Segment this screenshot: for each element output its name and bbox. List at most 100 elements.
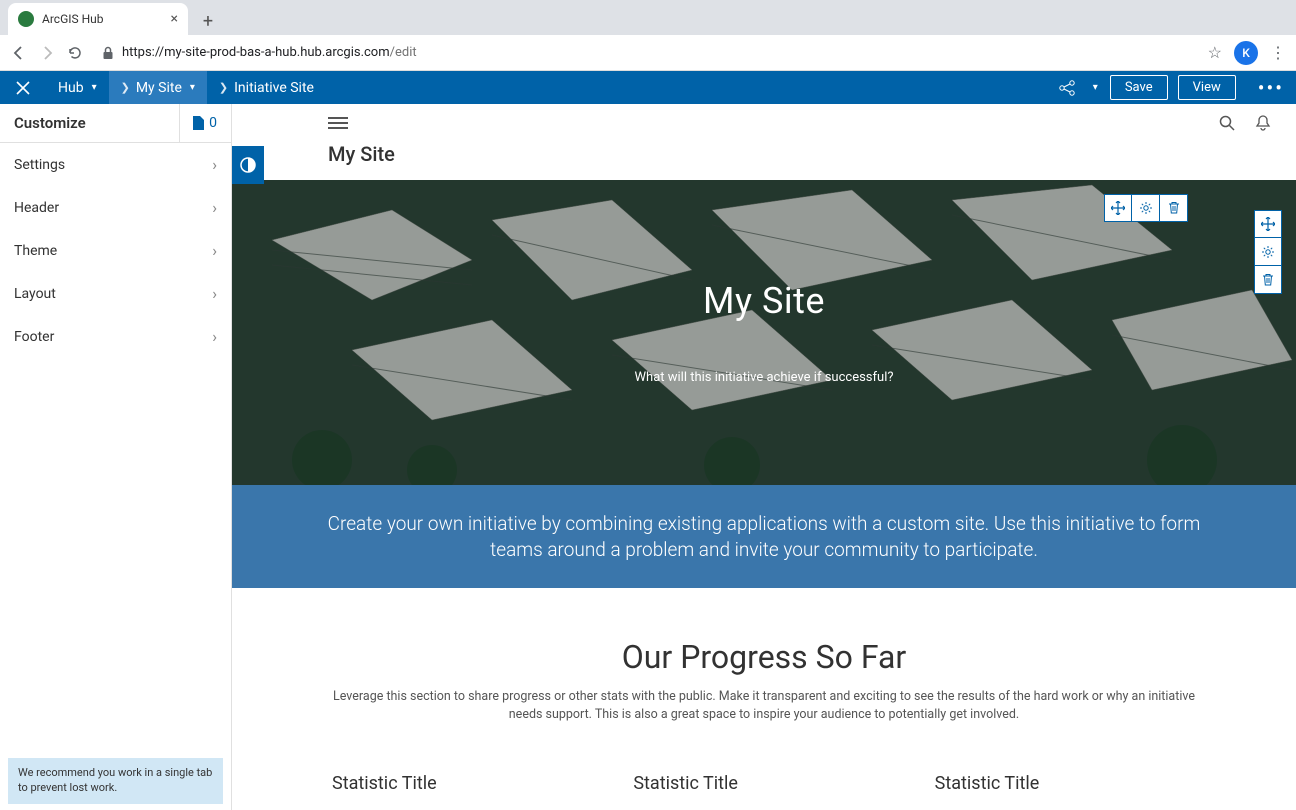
- move-icon: [1111, 201, 1125, 215]
- panel-item-label: Theme: [14, 243, 57, 259]
- panel-title: Customize: [14, 114, 86, 132]
- panel-item-header[interactable]: Header ›: [0, 186, 231, 229]
- stat-title: Statistic Title: [332, 773, 593, 794]
- chevron-right-icon: ❯: [219, 81, 228, 94]
- trash-icon: [1167, 201, 1181, 215]
- view-button[interactable]: View: [1178, 75, 1236, 100]
- workspace: Customize 0 Settings › Header › Theme › …: [0, 104, 1296, 810]
- delete-row-button[interactable]: [1160, 194, 1188, 222]
- chevron-right-icon: ›: [212, 198, 217, 217]
- panel-item-settings[interactable]: Settings ›: [0, 143, 231, 186]
- reload-button[interactable]: [66, 44, 84, 62]
- save-button[interactable]: Save: [1110, 75, 1168, 100]
- hub-menu[interactable]: Hub ▾: [46, 71, 109, 104]
- browser-toolbar: https://my-site-prod-bas-a-hub.hub.arcgi…: [0, 35, 1296, 71]
- site-header: [232, 104, 1296, 142]
- hero-content: My Site What will this initiative achiev…: [232, 180, 1296, 485]
- move-section-button[interactable]: [1254, 210, 1282, 238]
- share-icon: [1057, 78, 1077, 98]
- progress-text: Leverage this section to share progress …: [324, 688, 1204, 723]
- breadcrumb-label: Initiative Site: [234, 80, 314, 96]
- browser-tab-strip: ArcGIS Hub × +: [0, 0, 1296, 35]
- url-domain: https://my-site-prod-bas-a-hub.hub.arcgi…: [122, 45, 390, 60]
- favicon: [18, 11, 34, 27]
- panel-item-label: Header: [14, 200, 59, 216]
- row-settings-button[interactable]: [1132, 194, 1160, 222]
- page-count: 0: [209, 115, 217, 131]
- progress-section[interactable]: Our Progress So Far Leverage this sectio…: [232, 588, 1296, 743]
- panel-header: Customize 0: [0, 104, 231, 143]
- stat-card[interactable]: Statistic Title Statistic: [633, 773, 894, 810]
- move-icon: [1261, 217, 1275, 231]
- profile-avatar[interactable]: K: [1234, 41, 1258, 65]
- stat-title: Statistic Title: [633, 773, 894, 794]
- stat-value: Statistic: [935, 802, 1196, 810]
- notifications-icon[interactable]: [1254, 114, 1272, 132]
- canvas: My Site: [232, 104, 1296, 810]
- chevron-right-icon: ›: [212, 284, 217, 303]
- row-toolbar: [1104, 194, 1188, 222]
- hub-label: Hub: [58, 80, 84, 96]
- lock-icon: [102, 46, 114, 60]
- hero-section[interactable]: My Site What will this initiative achiev…: [232, 180, 1296, 485]
- move-row-button[interactable]: [1104, 194, 1132, 222]
- more-menu[interactable]: •••: [1246, 71, 1296, 104]
- section-toolbar: [1254, 210, 1282, 294]
- caret-down-icon: ▾: [1093, 82, 1098, 93]
- bookmark-icon[interactable]: ☆: [1208, 43, 1222, 62]
- address-bar[interactable]: https://my-site-prod-bas-a-hub.hub.arcgi…: [94, 45, 1198, 60]
- close-tab-icon[interactable]: ×: [171, 11, 178, 27]
- contrast-icon: [239, 156, 257, 174]
- gear-icon: [1261, 245, 1275, 259]
- panel-item-footer[interactable]: Footer ›: [0, 315, 231, 358]
- delete-section-button[interactable]: [1254, 266, 1282, 294]
- hamburger-menu[interactable]: [328, 117, 348, 129]
- browser-menu-icon[interactable]: ⋮: [1270, 43, 1286, 62]
- forward-button[interactable]: [38, 44, 56, 62]
- page-selector[interactable]: 0: [179, 104, 217, 142]
- intro-text-section[interactable]: Create your own initiative by combining …: [232, 485, 1296, 588]
- new-tab-button[interactable]: +: [194, 7, 222, 35]
- sharing-menu[interactable]: ▾: [1045, 71, 1110, 104]
- page-icon: [192, 115, 205, 131]
- tab-title: ArcGIS Hub: [42, 12, 163, 26]
- panel-item-layout[interactable]: Layout ›: [0, 272, 231, 315]
- panel-list: Settings › Header › Theme › Layout › Foo…: [0, 143, 231, 810]
- hero-title: My Site: [703, 280, 825, 322]
- panel-item-theme[interactable]: Theme ›: [0, 229, 231, 272]
- mysite-label: My Site: [136, 80, 182, 96]
- url-path: /edit: [390, 45, 417, 60]
- breadcrumb-item[interactable]: ❯ Initiative Site: [207, 71, 326, 104]
- panel-item-label: Settings: [14, 157, 65, 173]
- side-panel: Customize 0 Settings › Header › Theme › …: [0, 104, 232, 810]
- chevron-right-icon: ❯: [121, 81, 130, 94]
- search-icon[interactable]: [1218, 114, 1236, 132]
- gear-icon: [1139, 201, 1153, 215]
- contrast-toggle[interactable]: [232, 146, 264, 184]
- stat-value: Statistic: [633, 802, 894, 810]
- chevron-right-icon: ›: [212, 327, 217, 346]
- close-editor-button[interactable]: [0, 71, 46, 104]
- panel-item-label: Footer: [14, 329, 54, 345]
- site-name: My Site: [232, 142, 1296, 180]
- stat-card[interactable]: Statistic Title Statistic: [332, 773, 593, 810]
- chevron-right-icon: ›: [212, 241, 217, 260]
- app-topbar: Hub ▾ ❯ My Site ▾ ❯ Initiative Site ▾ Sa…: [0, 71, 1296, 104]
- stats-row: Statistic Title Statistic Statistic Titl…: [232, 743, 1296, 810]
- hero-subtitle: What will this initiative achieve if suc…: [635, 370, 894, 385]
- chevron-right-icon: ›: [212, 155, 217, 174]
- caret-down-icon: ▾: [190, 82, 195, 93]
- ellipsis-icon: •••: [1258, 76, 1284, 100]
- stat-card[interactable]: Statistic Title Statistic: [935, 773, 1196, 810]
- trash-icon: [1261, 273, 1275, 287]
- section-settings-button[interactable]: [1254, 238, 1282, 266]
- browser-tab[interactable]: ArcGIS Hub ×: [8, 3, 188, 35]
- caret-down-icon: ▾: [92, 82, 97, 93]
- back-button[interactable]: [10, 44, 28, 62]
- stat-title: Statistic Title: [935, 773, 1196, 794]
- stat-value: Statistic: [332, 802, 593, 810]
- progress-title: Our Progress So Far: [312, 638, 1216, 676]
- panel-item-label: Layout: [14, 286, 56, 302]
- mysite-menu[interactable]: ❯ My Site ▾: [109, 71, 207, 104]
- warning-notice: We recommend you work in a single tab to…: [8, 758, 223, 804]
